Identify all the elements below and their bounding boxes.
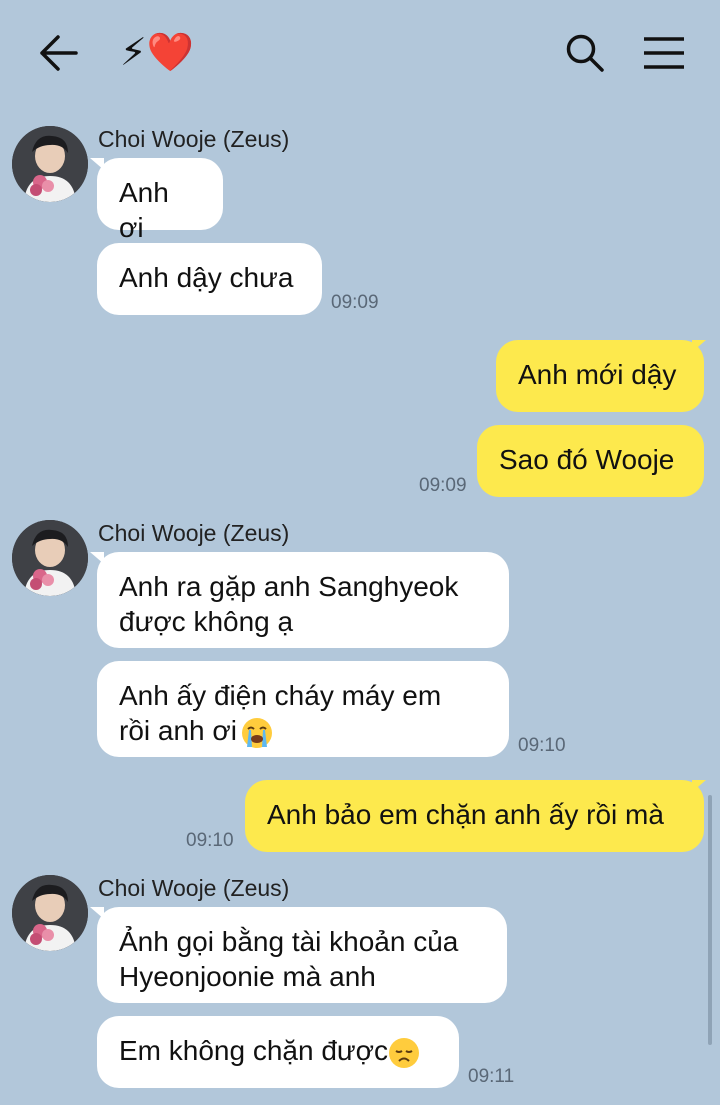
message-bubble-incoming[interactable]: Em không chặn được [97,1016,459,1088]
avatar[interactable] [12,875,88,951]
message-bubble-incoming[interactable]: Anh dậy chưa [97,243,322,315]
avatar[interactable] [12,520,88,596]
message-timestamp: 09:11 [468,1066,515,1087]
message-timestamp: 09:10 [518,735,566,756]
message-bubble-incoming[interactable]: Ảnh gọi bằng tài khoản của Hyeonjoonie m… [97,907,507,1003]
chat-header: ⚡❤️ [0,0,720,105]
sender-name: Choi Wooje (Zeus) [98,875,290,901]
avatar[interactable] [12,126,88,202]
message-timestamp: 09:10 [186,830,234,851]
message-bubble-outgoing[interactable]: Anh mới dậy [496,340,704,412]
message-timestamp: 09:09 [331,292,379,313]
message-text: Anh ấy điện cháy máy em rồi anh ơi [119,680,442,746]
chat-title: ⚡❤️ [120,32,194,74]
message-bubble-outgoing[interactable]: Sao đó Wooje [477,425,704,497]
search-icon [566,34,604,72]
back-button[interactable] [36,33,80,73]
disappointed-face-emoji [389,1037,420,1068]
sender-name: Choi Wooje (Zeus) [98,520,290,546]
sender-name: Choi Wooje (Zeus) [98,126,290,152]
message-timestamp: 09:09 [419,475,467,496]
arrow-left-icon [40,35,78,71]
message-text: Em không chặn được [119,1035,389,1066]
search-button[interactable] [564,32,606,74]
hamburger-menu-icon [644,37,684,69]
message-bubble-incoming[interactable]: Anh ra gặp anh Sanghyeok được không ạ [97,552,509,648]
scrollbar[interactable] [708,795,712,1045]
loudly-crying-face-emoji [241,717,272,748]
message-bubble-incoming[interactable]: Anh ấy điện cháy máy em rồi anh ơi [97,661,509,757]
message-bubble-outgoing[interactable]: Anh bảo em chặn anh ấy rồi mà [245,780,704,852]
menu-button[interactable] [642,36,686,70]
message-bubble-incoming[interactable]: Anh ơi [97,158,223,243]
